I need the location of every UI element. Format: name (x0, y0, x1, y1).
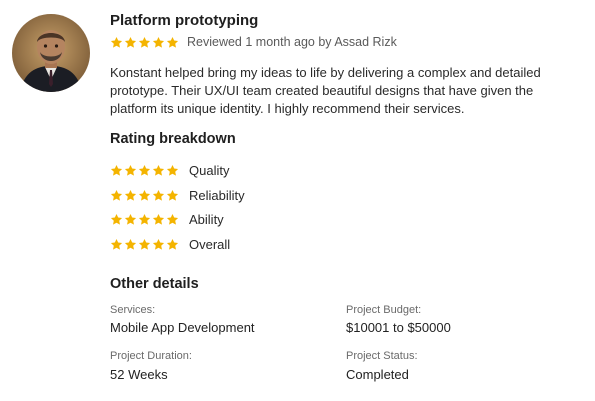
other-details-heading: Other details (110, 276, 199, 292)
breakdown-row-quality: Quality (110, 163, 229, 178)
services-value: Mobile App Development (110, 320, 255, 335)
star-icon (166, 189, 179, 201)
avatar-image (12, 14, 90, 92)
review-stars (110, 36, 179, 49)
star-icon (166, 238, 179, 250)
status-label: Project Status: (346, 350, 418, 362)
breakdown-row-reliability: Reliability (110, 188, 245, 203)
star-icon (152, 213, 165, 225)
ability-label: Ability (189, 212, 224, 227)
overall-stars (110, 238, 179, 251)
star-icon (124, 189, 137, 201)
rating-breakdown-heading: Rating breakdown (110, 131, 236, 147)
star-icon (124, 36, 137, 48)
star-icon (138, 189, 151, 201)
review-meta: Reviewed 1 month ago by Assad Rizk (110, 35, 397, 49)
star-icon (152, 164, 165, 176)
duration-value: 52 Weeks (110, 367, 168, 382)
review-text: Konstant helped bring my ideas to life b… (110, 65, 541, 116)
quality-stars (110, 164, 179, 177)
overall-label: Overall (189, 237, 231, 252)
star-icon (152, 189, 165, 201)
quality-label: Quality (189, 163, 230, 178)
budget-value: $10001 to $50000 (346, 320, 451, 335)
star-icon (110, 189, 123, 201)
review-title: Platform prototyping (110, 12, 259, 29)
review-meta-text: Reviewed 1 month ago by Assad Rizk (187, 35, 397, 49)
reliability-stars (110, 189, 179, 202)
duration-label: Project Duration: (110, 350, 192, 362)
star-icon (124, 238, 137, 250)
star-icon (110, 164, 123, 176)
avatar (12, 14, 90, 92)
services-label: Services: (110, 304, 156, 316)
budget-label: Project Budget: (346, 304, 422, 316)
star-icon (138, 36, 151, 48)
star-icon (124, 213, 137, 225)
status-value: Completed (346, 367, 409, 382)
star-icon (110, 36, 123, 48)
star-icon (152, 36, 165, 48)
star-icon (124, 164, 137, 176)
star-icon (138, 213, 151, 225)
star-icon (152, 238, 165, 250)
star-icon (166, 213, 179, 225)
reliability-label: Reliability (189, 188, 245, 203)
star-icon (166, 164, 179, 176)
breakdown-row-ability: Ability (110, 212, 224, 227)
star-icon (166, 36, 179, 48)
star-icon (138, 238, 151, 250)
star-icon (110, 238, 123, 250)
ability-stars (110, 213, 179, 226)
star-icon (110, 213, 123, 225)
breakdown-row-overall: Overall (110, 237, 230, 252)
star-icon (138, 164, 151, 176)
